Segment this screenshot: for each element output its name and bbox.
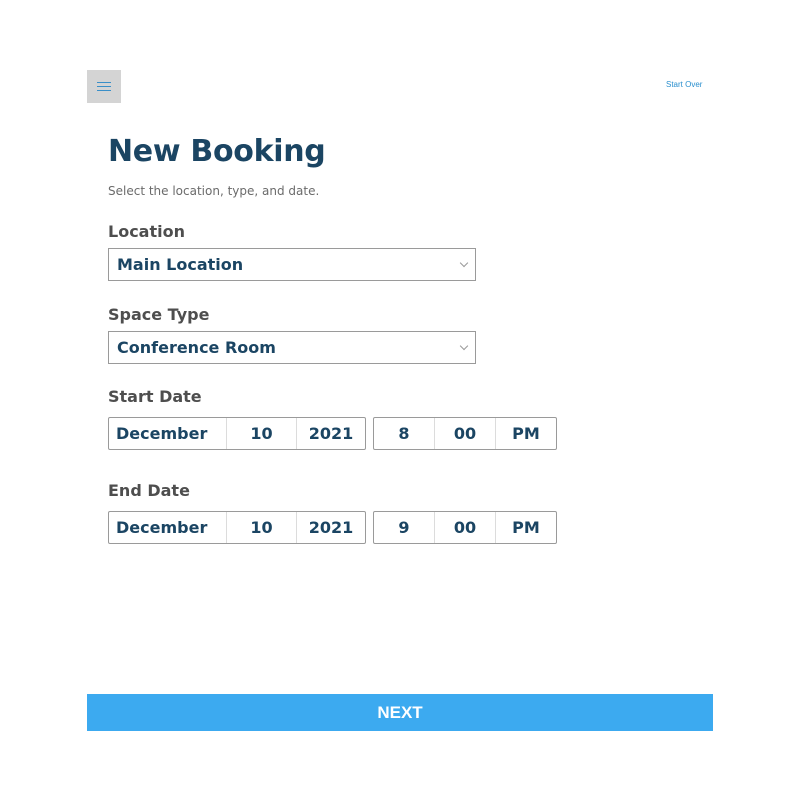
page-subtitle: Select the location, type, and date. [108, 184, 320, 198]
chevron-down-icon [459, 258, 469, 268]
start-time-picker: 8 00 PM [373, 417, 557, 450]
location-label: Location [108, 222, 185, 241]
chevron-down-icon [459, 341, 469, 351]
space-type-label: Space Type [108, 305, 210, 324]
page-title: New Booking [108, 134, 326, 169]
menu-button[interactable] [87, 70, 121, 103]
end-date-label: End Date [108, 481, 190, 500]
end-time-picker: 9 00 PM [373, 511, 557, 544]
start-date-picker: December 10 2021 [108, 417, 366, 450]
hamburger-menu-icon-line [97, 86, 111, 87]
hamburger-menu-icon [97, 82, 111, 83]
end-year-select[interactable]: 2021 [297, 512, 365, 543]
end-month-select[interactable]: December [109, 512, 227, 543]
end-date-picker: December 10 2021 [108, 511, 366, 544]
next-button[interactable]: NEXT [87, 694, 713, 731]
start-minute-select[interactable]: 00 [435, 418, 496, 449]
start-year-select[interactable]: 2021 [297, 418, 365, 449]
location-select[interactable]: Main Location [108, 248, 476, 281]
start-over-link[interactable]: Start Over [666, 80, 702, 89]
space-type-value: Conference Room [117, 338, 276, 357]
start-period-select[interactable]: PM [496, 418, 556, 449]
end-minute-select[interactable]: 00 [435, 512, 496, 543]
hamburger-menu-icon-line [97, 90, 111, 91]
start-date-label: Start Date [108, 387, 202, 406]
end-hour-select[interactable]: 9 [374, 512, 435, 543]
start-day-select[interactable]: 10 [227, 418, 297, 449]
end-period-select[interactable]: PM [496, 512, 556, 543]
start-hour-select[interactable]: 8 [374, 418, 435, 449]
space-type-select[interactable]: Conference Room [108, 331, 476, 364]
start-month-select[interactable]: December [109, 418, 227, 449]
location-value: Main Location [117, 255, 244, 274]
end-day-select[interactable]: 10 [227, 512, 297, 543]
